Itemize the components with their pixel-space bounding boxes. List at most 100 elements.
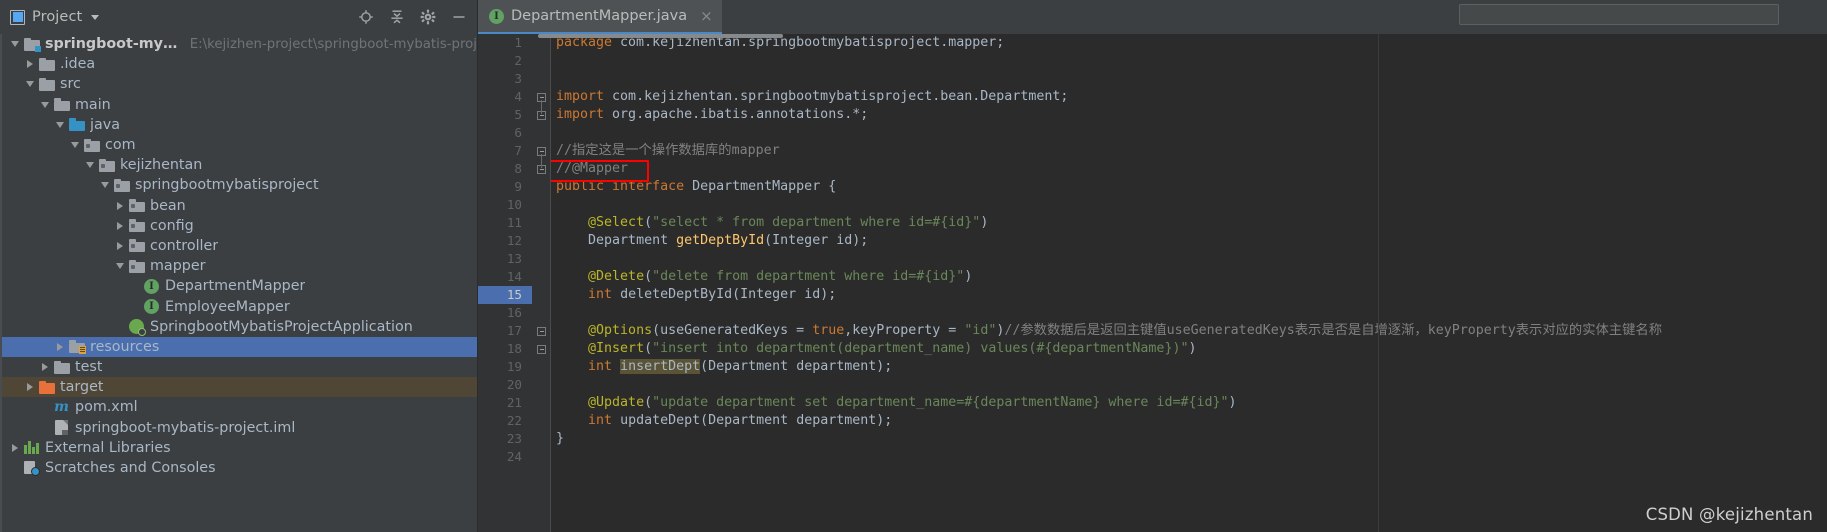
tree-item-bean[interactable]: bean [0, 196, 477, 216]
gear-icon[interactable] [419, 9, 436, 26]
tree-item-main[interactable]: main [0, 95, 477, 115]
chevron-right-icon[interactable] [23, 383, 37, 392]
chevron-right-icon[interactable] [38, 363, 52, 372]
tree-item-springbootmybatisproject[interactable]: springbootmybatisproject [0, 175, 477, 195]
tree-item-src[interactable]: src [0, 74, 477, 94]
chevron-down-icon[interactable] [68, 142, 82, 149]
chevron-down-icon[interactable] [23, 81, 37, 88]
tree-item-label: Scratches and Consoles [45, 460, 216, 477]
folder-module [23, 36, 41, 52]
chevron-right-icon[interactable] [113, 241, 127, 250]
chevron-down-icon[interactable] [113, 263, 127, 270]
search-input[interactable] [1459, 4, 1779, 25]
tree-item-springbootmybatisprojectapplication[interactable]: SpringbootMybatisProjectApplication [0, 317, 477, 337]
code-token: (useGeneratedKeys = [652, 323, 813, 338]
chevron-right-icon[interactable] [8, 443, 22, 452]
tree-item-kejizhentan[interactable]: kejizhentan [0, 155, 477, 175]
code-token: Department [588, 233, 677, 248]
line-number: 3 [514, 71, 522, 86]
tree-item-java[interactable]: java [0, 115, 477, 135]
code-folding-column[interactable] [532, 34, 551, 532]
folder-gray [38, 76, 55, 92]
chevron-down-icon[interactable] [8, 41, 22, 48]
chevron-right-icon[interactable] [53, 342, 67, 351]
chevron-down-icon[interactable] [98, 182, 112, 189]
folder-gray [53, 97, 70, 113]
code-token: (Department department); [700, 359, 893, 374]
chevron-down-icon[interactable] [83, 162, 97, 169]
locate-icon[interactable] [357, 9, 374, 26]
line-number-gutter: 1 2 3 4 5 6 7 8 9 10 11 12 13 14 15 16 17 18 19 20 21 22 23 24 [478, 34, 532, 532]
chevron-right-icon[interactable] [23, 60, 37, 69]
folder-gray [38, 56, 55, 72]
tree-item-departmentmapper[interactable]: I DepartmentMapper [0, 276, 477, 296]
code-line: public interface DepartmentMapper { [551, 178, 1827, 196]
project-panel-title: Project [32, 9, 83, 25]
tree-item-resources[interactable]: resources [0, 336, 477, 357]
code-token: public [556, 179, 613, 194]
tree-item-test[interactable]: test [0, 357, 477, 377]
code-token: //参数数据后是返回主键值useGeneratedKeys表示是否是自增逐渐，k… [1004, 323, 1663, 338]
project-tree[interactable]: springboot-mybatis-project E:\kejizhen-pr… [0, 34, 478, 532]
line-number: 22 [506, 413, 522, 428]
interface-icon: I [489, 8, 504, 24]
chevron-right-icon[interactable] [113, 201, 127, 210]
code-token: ) [1188, 341, 1197, 356]
spring-icon [128, 319, 146, 337]
chevron-right-icon[interactable] [113, 221, 127, 230]
tab-department-mapper[interactable]: I DepartmentMapper.java × [478, 0, 722, 34]
chevron-down-icon[interactable] [91, 14, 100, 20]
tree-item-springboot-mybatis-project[interactable]: springboot-mybatis-project E:\kejizhen-pr… [0, 34, 477, 54]
project-tool-window-button[interactable]: Project [10, 9, 100, 25]
code-text-area[interactable]: package com.kejizhentan.springbootmybati… [551, 34, 1827, 532]
tree-item-config[interactable]: config [0, 216, 477, 236]
tree-item-target[interactable]: target [0, 377, 477, 398]
tree-item--idea[interactable]: .idea [0, 54, 477, 74]
code-token: org.apache.ibatis.annotations.*; [612, 107, 869, 122]
code-token: (Integer id); [732, 287, 837, 302]
line-number: 12 [506, 233, 522, 248]
code-token: ,keyProperty = [844, 323, 965, 338]
tree-item-label: DepartmentMapper [165, 278, 306, 295]
interface-icon: I [143, 278, 160, 294]
code-line: @Select("select * from department where … [551, 214, 1827, 232]
tree-item-springboot-mybatis-project-iml[interactable]: springboot-mybatis-project.iml [0, 418, 477, 438]
horizontal-scrollbar[interactable] [538, 34, 783, 38]
line-number: 2 [514, 53, 522, 68]
code-token: int [588, 287, 621, 302]
tree-item-label: bean [150, 197, 186, 214]
tree-item-scratches-and-consoles[interactable]: Scratches and Consoles [0, 458, 477, 478]
code-line: import org.apache.ibatis.annotations.*; [551, 106, 1827, 124]
code-editor[interactable]: 1 2 3 4 5 6 7 8 9 10 11 12 13 14 15 16 17 18 19 20 21 22 23 24 … [478, 34, 1827, 532]
fold-toggle-icon[interactable] [537, 344, 546, 354]
minimize-icon[interactable] [450, 9, 467, 26]
line-number: 14 [506, 269, 522, 284]
tree-item-pom-xml[interactable]: m pom.xml [0, 397, 477, 417]
collapse-all-icon[interactable] [388, 9, 405, 26]
tree-item-controller[interactable]: controller [0, 236, 477, 256]
code-token: true [812, 323, 845, 338]
code-token: //指定这是一个操作数据库的mapper [556, 143, 780, 158]
chevron-down-icon[interactable] [53, 121, 67, 128]
tree-item-external-libraries[interactable]: External Libraries [0, 438, 477, 458]
tree-item-mapper[interactable]: mapper [0, 256, 477, 276]
tree-item-employeemapper[interactable]: I EmployeeMapper [0, 296, 477, 316]
tree-item-com[interactable]: com [0, 135, 477, 155]
code-token: com.kejizhentan.springbootmybatisproject… [612, 89, 1069, 104]
editor-tab-bar: I DepartmentMapper.java × [478, 0, 1827, 34]
code-token: int [588, 359, 621, 374]
close-icon[interactable]: × [700, 8, 713, 24]
line-number: 16 [506, 305, 522, 320]
folder-package [113, 177, 130, 193]
tool-window-stripe [0, 34, 2, 532]
fold-toggle-icon[interactable] [537, 326, 546, 336]
chevron-down-icon[interactable] [38, 101, 52, 108]
line-number: 20 [506, 377, 522, 392]
tree-item-label: target [60, 379, 104, 396]
tree-item-label: resources [90, 338, 160, 355]
